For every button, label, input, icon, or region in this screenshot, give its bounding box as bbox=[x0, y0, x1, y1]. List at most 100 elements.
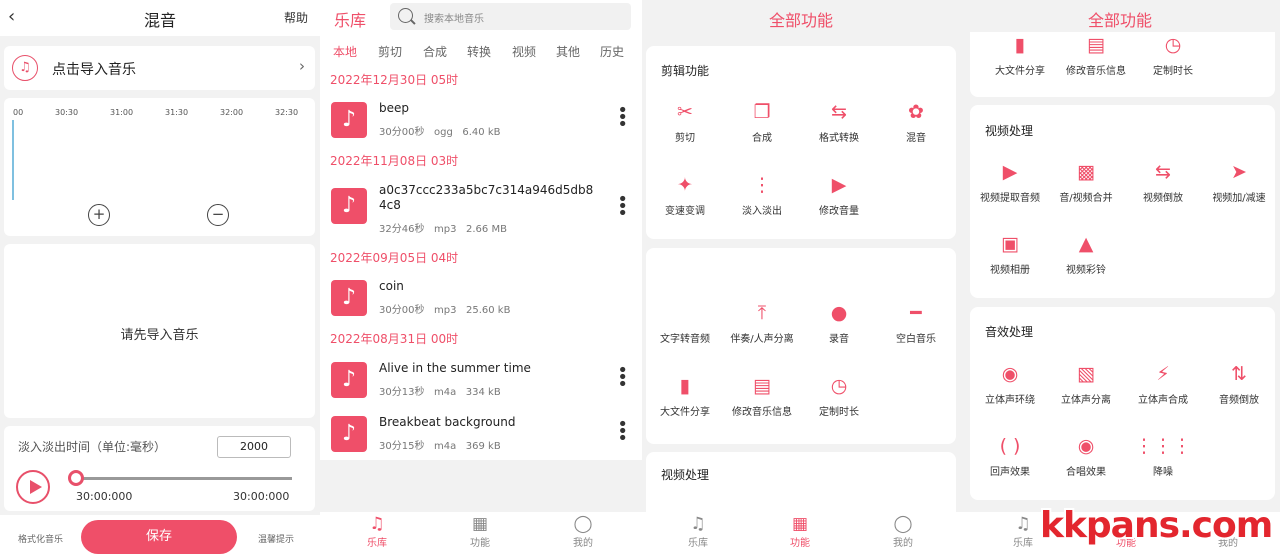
function-stereo-merge[interactable]: ⚡ 立体声合成 bbox=[1123, 363, 1203, 406]
tab-convert[interactable]: 转换 bbox=[467, 43, 491, 60]
nav-library[interactable]: ♫ 乐库 bbox=[658, 512, 738, 549]
music-note-icon: ♪ bbox=[331, 362, 367, 398]
edit-functions-card: 剪辑功能 ✂ 剪切 ❐ 合成 ⇆ 格式转换 ✿ 混音 ✦ 变速变调 ⋮ 淡入淡出 ▶ 修改音量 bbox=[646, 46, 956, 239]
function-edit-info[interactable]: ▤ 修改音乐信息 bbox=[1056, 34, 1136, 77]
zoom-out-icon[interactable]: − bbox=[207, 204, 229, 226]
function-vocal-separation[interactable]: ⤒ 伴奏/人声分离 bbox=[722, 302, 802, 345]
timeline-tick: 30:30 bbox=[55, 108, 79, 117]
magic-wand-icon: ✦ bbox=[677, 174, 693, 196]
function-av-merge[interactable]: ▩ 音/视频合并 bbox=[1046, 161, 1126, 204]
play-button[interactable] bbox=[16, 470, 50, 504]
tab-other[interactable]: 其他 bbox=[556, 43, 580, 60]
playback-slider[interactable] bbox=[74, 477, 292, 480]
function-audio-reverse[interactable]: ⇅ 音频倒放 bbox=[1199, 363, 1279, 406]
format-music-link[interactable]: 格式化音乐 bbox=[18, 532, 63, 545]
song-meta: 30分15秒 m4a 369 kB bbox=[379, 441, 501, 452]
nav-mine[interactable]: ◯ 我的 bbox=[543, 512, 623, 549]
date-header: 2022年08月31日 00时 bbox=[330, 332, 459, 346]
nav-mine[interactable]: ◯ 我的 bbox=[863, 512, 943, 549]
slider-thumb[interactable] bbox=[68, 470, 84, 486]
list-item[interactable]: ♪ beep 30分00秒 ogg 6.40 kB • • • bbox=[320, 100, 642, 148]
function-text-to-audio[interactable]: 文字转音频 bbox=[645, 302, 725, 345]
function-record[interactable]: ● 录音 bbox=[799, 302, 879, 345]
function-cut[interactable]: ✂ 剪切 bbox=[645, 101, 725, 144]
function-stereo-surround[interactable]: ◉ 立体声环绕 bbox=[970, 363, 1050, 406]
nav-functions[interactable]: ▦ 功能 bbox=[440, 512, 520, 549]
function-video-reverse[interactable]: ⇆ 视频倒放 bbox=[1123, 161, 1203, 204]
more-options-icon[interactable]: • • • bbox=[617, 416, 628, 448]
function-chorus[interactable]: ◉ 合唱效果 bbox=[1046, 435, 1126, 478]
function-speed-pitch[interactable]: ✦ 变速变调 bbox=[645, 174, 725, 217]
import-music-button[interactable]: ♫ 点击导入音乐 › bbox=[4, 46, 315, 90]
nav-library[interactable]: ♫ 乐库 bbox=[337, 512, 417, 549]
function-mix[interactable]: ✿ 混音 bbox=[876, 101, 956, 144]
more-options-icon[interactable]: • • • bbox=[617, 191, 628, 223]
fade-duration-input[interactable]: 2000 bbox=[217, 436, 291, 458]
tips-link[interactable]: 温馨提示 bbox=[258, 532, 294, 545]
waveform-icon: ⋮ bbox=[752, 174, 772, 196]
timeline-cursor[interactable] bbox=[12, 120, 14, 200]
function-merge[interactable]: ❐ 合成 bbox=[722, 101, 802, 144]
mix-icon: ✿ bbox=[908, 101, 924, 123]
track-area: 请先导入音乐 bbox=[4, 244, 315, 418]
search-input[interactable]: 搜索本地音乐 bbox=[390, 3, 631, 30]
section-title: 视频处理 bbox=[985, 124, 1034, 138]
lightning-icon: ⚡ bbox=[1156, 363, 1170, 385]
song-meta: 32分46秒 mp3 2.66 MB bbox=[379, 224, 507, 235]
tab-local[interactable]: 本地 bbox=[333, 43, 357, 60]
save-button[interactable]: 保存 bbox=[81, 520, 237, 554]
user-icon: ◯ bbox=[573, 514, 593, 534]
more-options-icon[interactable]: • • • bbox=[617, 102, 628, 134]
date-header: 2022年09月05日 04时 bbox=[330, 251, 459, 265]
song-title: coin bbox=[379, 279, 404, 293]
function-large-file-share[interactable]: ▮ 大文件分享 bbox=[645, 375, 725, 418]
bottom-nav: ♫ 乐库 ▦ 功能 ◯ 我的 bbox=[320, 512, 642, 555]
library-logo: 乐库 bbox=[334, 11, 367, 30]
function-large-file-share[interactable]: ▮ 大文件分享 bbox=[980, 34, 1060, 77]
tab-merge[interactable]: 合成 bbox=[423, 43, 447, 60]
function-fade[interactable]: ⋮ 淡入淡出 bbox=[722, 174, 802, 217]
help-button[interactable]: 帮助 bbox=[284, 9, 308, 26]
function-edit-info[interactable]: ▤ 修改音乐信息 bbox=[722, 375, 802, 418]
minus-icon: ━ bbox=[910, 302, 922, 324]
timeline-tick: 31:30 bbox=[165, 108, 189, 117]
list-item[interactable]: ♪ coin 30分00秒 mp3 25.60 kB bbox=[320, 278, 642, 326]
function-extract-audio[interactable]: ▶ 视频提取音频 bbox=[970, 161, 1050, 204]
function-echo[interactable]: ( ) 回声效果 bbox=[970, 435, 1050, 478]
music-note-icon: ♫ bbox=[690, 514, 706, 534]
watermark: kkpans.com bbox=[1040, 505, 1273, 546]
nav-functions[interactable]: ▦ 功能 bbox=[760, 512, 840, 549]
list-item[interactable]: ♪ Breakbeat background 30分15秒 m4a 369 kB… bbox=[320, 414, 642, 462]
mix-screen: ‹ 混音 帮助 ♫ 点击导入音乐 › 00 30:30 31:00 31:30 … bbox=[0, 0, 320, 555]
other-functions-card: 文字转音频 ⤒ 伴奏/人声分离 ● 录音 ━ 空白音乐 ▮ 大文件分享 ▤ 修改音乐信息 … bbox=[646, 248, 956, 444]
mix-header: ‹ 混音 帮助 bbox=[0, 0, 320, 36]
song-meta: 30分00秒 ogg 6.40 kB bbox=[379, 127, 501, 138]
zoom-in-icon[interactable]: + bbox=[88, 204, 110, 226]
layers-icon: ❐ bbox=[753, 101, 771, 123]
split-icon: ▧ bbox=[1077, 363, 1095, 385]
function-format-convert[interactable]: ⇆ 格式转换 bbox=[799, 101, 879, 144]
page-title: 全部功能 bbox=[768, 11, 833, 30]
function-video-speed[interactable]: ➤ 视频加/减速 bbox=[1199, 161, 1279, 204]
function-noise-reduction[interactable]: ⋮⋮⋮ 降噪 bbox=[1123, 435, 1203, 478]
function-video-album[interactable]: ▣ 视频相册 bbox=[970, 233, 1050, 276]
tab-cut[interactable]: 剪切 bbox=[378, 43, 402, 60]
function-stereo-split[interactable]: ▧ 立体声分离 bbox=[1046, 363, 1126, 406]
import-music-label: 点击导入音乐 bbox=[52, 62, 136, 78]
function-video-ringtone[interactable]: ▲ 视频彩铃 bbox=[1046, 233, 1126, 276]
timeline[interactable]: 00 30:30 31:00 31:30 32:00 32:30 + − bbox=[4, 98, 315, 236]
function-volume[interactable]: ▶ 修改音量 bbox=[799, 174, 879, 217]
function-custom-duration[interactable]: ◷ 定制时长 bbox=[799, 375, 879, 418]
function-blank-music[interactable]: ━ 空白音乐 bbox=[876, 302, 956, 345]
list-item[interactable]: ♪ a0c37ccc233a5bc7c314a946d5db84c8 32分46… bbox=[320, 182, 642, 238]
list-item[interactable]: ♪ Alive in the summer time 30分13秒 m4a 33… bbox=[320, 360, 642, 408]
music-note-icon: ♪ bbox=[331, 102, 367, 138]
music-note-icon: ♫ bbox=[369, 514, 385, 534]
tab-history[interactable]: 历史 bbox=[600, 43, 624, 60]
function-custom-duration[interactable]: ◷ 定制时长 bbox=[1133, 34, 1213, 77]
reverse-icon: ⇅ bbox=[1231, 363, 1247, 385]
functions-screen: 全部功能 剪辑功能 ✂ 剪切 ❐ 合成 ⇆ 格式转换 ✿ 混音 ✦ 变速变调 ⋮ 淡入淡出 … bbox=[642, 0, 960, 555]
timeline-tick: 31:00 bbox=[110, 108, 134, 117]
more-options-icon[interactable]: • • • bbox=[617, 362, 628, 394]
tab-video[interactable]: 视频 bbox=[512, 43, 536, 60]
